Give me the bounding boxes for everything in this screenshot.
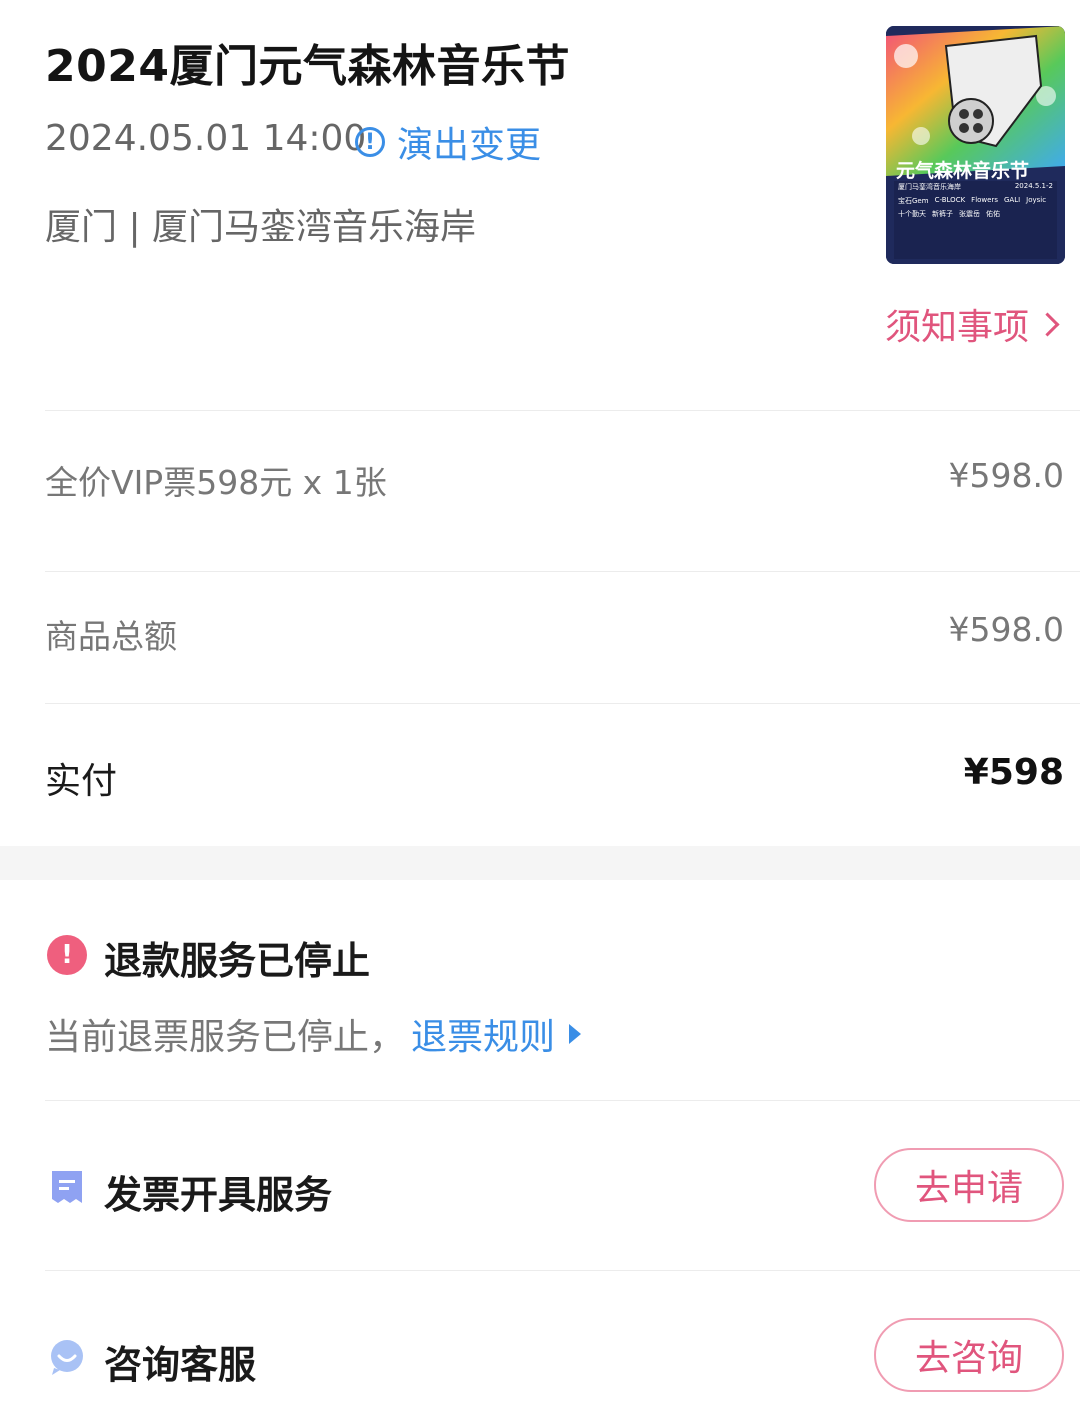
lineup-artist: 十个勤天	[898, 210, 926, 218]
lineup-artist: Flowers	[971, 196, 998, 204]
refund-title: 退款服务已停止	[104, 939, 371, 983]
divider	[45, 1100, 1080, 1101]
lineup-artist: 宝石Gem	[898, 197, 929, 205]
divider	[45, 571, 1080, 572]
lineup-artist: 张震岳	[959, 210, 980, 218]
subtotal-label: 商品总额	[45, 617, 177, 656]
poster-title: 元气森林音乐节	[896, 160, 1030, 182]
divider	[45, 703, 1080, 704]
ticket-line: 全价VIP票598元 x 1张	[45, 463, 387, 502]
customer-service-title: 咨询客服	[104, 1343, 257, 1387]
refund-desc-text: 当前退票服务已停止，	[45, 1017, 406, 1058]
divider	[45, 1270, 1080, 1271]
poster-lineup: 宝石Gem C-BLOCK Flowers GALI Joysic 十个勤天 新…	[898, 196, 1053, 219]
notice-link[interactable]: 须知事项	[884, 298, 1060, 350]
event-poster[interactable]: 元气森林音乐节 厦门马銮湾音乐海岸 2024.5.1-2 宝石Gem C-BLO…	[886, 26, 1065, 264]
poster-image	[886, 26, 1065, 264]
section-separator	[0, 846, 1080, 880]
subtotal-value: ¥598.0	[948, 610, 1064, 649]
warning-icon: !	[47, 935, 87, 975]
refund-rules-link[interactable]: 退票规则	[411, 1008, 555, 1060]
invoice-service-title: 发票开具服务	[104, 1173, 333, 1217]
lineup-artist: C-BLOCK	[934, 196, 966, 204]
chevron-right-icon	[1035, 311, 1060, 337]
invoice-icon	[52, 1171, 82, 1203]
consult-button[interactable]: 去咨询	[874, 1318, 1064, 1392]
ticket-price: ¥598.0	[948, 456, 1064, 495]
lineup-artist: Joysic	[1026, 196, 1047, 204]
show-change-link[interactable]: ! 演出变更	[355, 116, 541, 168]
divider	[45, 410, 1080, 411]
refund-desc: 当前退票服务已停止， 退票规则	[45, 1008, 582, 1060]
event-datetime: 2024.05.01 14:00	[45, 118, 367, 159]
notice-label: 须知事项	[884, 307, 1029, 348]
show-change-label: 演出变更	[397, 125, 542, 166]
paid-label: 实付	[45, 761, 118, 802]
lineup-artist: GALI	[1003, 196, 1021, 204]
event-title: 2024厦门元气森林音乐节	[45, 41, 570, 92]
lineup-artist: 佑佑	[986, 210, 1000, 218]
paid-value: ¥598	[963, 752, 1064, 793]
chat-icon	[51, 1340, 83, 1375]
triangle-right-icon	[569, 1024, 582, 1044]
poster-date: 2024.5.1-2	[1014, 182, 1053, 190]
lineup-artist: 新裤子	[932, 210, 953, 218]
info-icon: !	[355, 127, 385, 157]
poster-subtitle: 厦门马銮湾音乐海岸	[898, 183, 961, 191]
apply-invoice-button[interactable]: 去申请	[874, 1148, 1064, 1222]
event-venue: 厦门 | 厦门马銮湾音乐海岸	[45, 207, 477, 248]
